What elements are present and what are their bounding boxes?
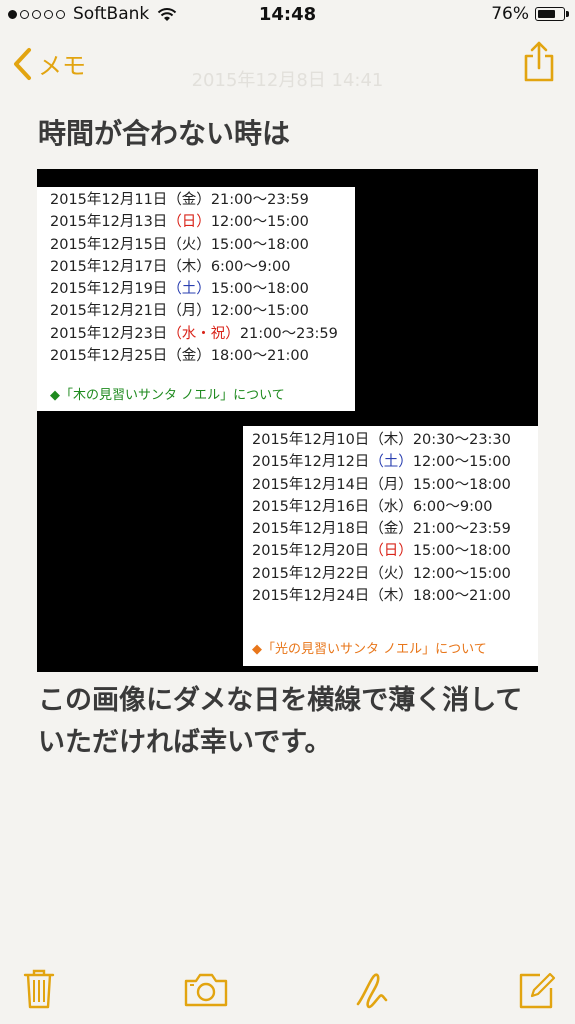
schedule-date: 2015年12月23日 <box>50 325 168 342</box>
schedule-date: 2015年12月22日 <box>252 565 370 582</box>
note-body[interactable]: この画像にダメな日を横線で薄く消していただければ幸いです。 <box>38 680 548 764</box>
schedule-weekday: （水・祝） <box>167 325 240 342</box>
schedule-row: 2015年12月24日（木）18:00〜21:00 <box>252 585 511 607</box>
schedule-row: 2015年12月23日（水・祝）21:00〜23:59 <box>50 323 338 345</box>
schedule-date: 2015年12月17日 <box>50 258 168 275</box>
schedule-time: 15:00〜18:00 <box>412 476 511 493</box>
schedule-date: 2015年12月25日 <box>50 348 168 365</box>
camera-icon <box>184 973 228 1007</box>
schedule-date: 2015年12月24日 <box>252 588 370 605</box>
trash-icon <box>23 969 55 1009</box>
schedule-row: 2015年12月16日（水）6:00〜9:00 <box>252 496 511 518</box>
schedule-panel-2: 2015年12月10日（木）20:30〜23:30 2015年12月12日（土）1… <box>243 426 538 666</box>
schedule-date: 2015年12月21日 <box>50 303 168 320</box>
schedule-date: 2015年12月16日 <box>252 498 370 515</box>
schedule-row: 2015年12月21日（月）12:00〜15:00 <box>50 300 338 322</box>
sketch-icon <box>356 973 388 1009</box>
schedule-time: 12:00〜15:00 <box>412 565 511 582</box>
status-right: 76% <box>491 4 569 24</box>
share-button[interactable] <box>523 40 555 86</box>
schedule-date: 2015年12月19日 <box>50 281 168 298</box>
character-link: ◆「光の見習いサンタ ノエル」について <box>252 642 487 657</box>
schedule-row: 2015年12月10日（木）20:30〜23:30 <box>252 429 511 451</box>
schedule-row: 2015年12月12日（土）12:00〜15:00 <box>252 451 511 473</box>
schedule-time: 18:00〜21:00 <box>412 588 511 605</box>
schedule-date: 2015年12月15日 <box>50 236 168 253</box>
schedule-date: 2015年12月10日 <box>252 432 370 448</box>
schedule-date: 2015年12月13日 <box>50 214 168 231</box>
schedule-weekday: （土） <box>369 454 413 471</box>
schedule-panel-1: 2015年12月11日（金）21:00〜23:59 2015年12月13日（日）1… <box>37 187 355 411</box>
schedule-row: 2015年12月22日（火）12:00〜15:00 <box>252 563 511 585</box>
schedule-time: 21:00〜23:59 <box>412 521 511 538</box>
schedule-row: 2015年12月11日（金）21:00〜23:59 <box>50 189 338 211</box>
schedule-weekday: （木） <box>369 588 413 605</box>
schedule-time: 12:00〜15:00 <box>210 214 309 231</box>
delete-button[interactable] <box>22 968 56 1014</box>
schedule-weekday: （土） <box>167 281 211 298</box>
battery-icon <box>535 7 569 21</box>
camera-button[interactable] <box>183 972 229 1012</box>
nav-bar: メモ 2015年12月8日 14:41 <box>0 38 575 94</box>
schedule-date: 2015年12月20日 <box>252 543 370 560</box>
schedule-time: 20:30〜23:30 <box>412 432 511 448</box>
schedule-row: 2015年12月19日（土）15:00〜18:00 <box>50 278 338 300</box>
schedule-weekday: （月） <box>369 476 413 493</box>
schedule-weekday: （金） <box>167 348 211 365</box>
schedule-row: 2015年12月17日（木）6:00〜9:00 <box>50 256 338 278</box>
schedule-weekday: （日） <box>369 543 413 560</box>
bottom-toolbar <box>0 960 575 1024</box>
schedule-time: 12:00〜15:00 <box>412 454 511 471</box>
character-link: ◆「木の見習いサンタ ノエル」について <box>50 388 285 403</box>
schedule-time: 15:00〜18:00 <box>412 543 511 560</box>
compose-icon <box>519 972 556 1009</box>
schedule-row: 2015年12月14日（月）15:00〜18:00 <box>252 474 511 496</box>
schedule-date: 2015年12月18日 <box>252 521 370 538</box>
schedule-date: 2015年12月12日 <box>252 454 370 471</box>
schedule-time: 21:00〜23:59 <box>210 192 309 208</box>
schedule-weekday: （火） <box>167 236 211 253</box>
schedule-row: 2015年12月15日（火）15:00〜18:00 <box>50 234 338 256</box>
schedule-row: 2015年12月25日（金）18:00〜21:00 <box>50 345 338 367</box>
schedule-weekday: （火） <box>369 565 413 582</box>
schedule-time: 15:00〜18:00 <box>210 236 309 253</box>
schedule-weekday: （木） <box>167 258 211 275</box>
schedule-weekday: （木） <box>369 432 413 448</box>
schedule-weekday: （日） <box>167 214 211 231</box>
note-date: 2015年12月8日 14:41 <box>191 70 384 91</box>
schedule-time: 18:00〜21:00 <box>210 348 309 365</box>
schedule-date: 2015年12月14日 <box>252 476 370 493</box>
share-icon <box>524 41 554 82</box>
sketch-button[interactable] <box>354 970 390 1016</box>
note-title[interactable]: 時間が合わない時は <box>38 112 290 152</box>
schedule-weekday: （月） <box>167 303 211 320</box>
schedule-time: 6:00〜9:00 <box>412 498 493 515</box>
schedule-row: 2015年12月18日（金）21:00〜23:59 <box>252 518 511 540</box>
status-bar: SoftBank 14:48 76% <box>0 0 575 32</box>
schedule-time: 12:00〜15:00 <box>210 303 309 320</box>
schedule-weekday: （金） <box>167 192 211 208</box>
status-time: 14:48 <box>258 4 317 25</box>
compose-button[interactable] <box>518 970 556 1014</box>
schedule-weekday: （金） <box>369 521 413 538</box>
schedule-time: 6:00〜9:00 <box>210 258 291 275</box>
schedule-time: 15:00〜18:00 <box>210 281 309 298</box>
schedule-date: 2015年12月11日 <box>50 192 168 208</box>
battery-percent: 76% <box>491 4 529 24</box>
schedule-row: 2015年12月20日（日）15:00〜18:00 <box>252 540 511 562</box>
schedule-row: 2015年12月13日（日）12:00〜15:00 <box>50 211 338 233</box>
attached-image[interactable]: 2015年12月11日（金）21:00〜23:59 2015年12月13日（日）1… <box>37 169 538 672</box>
schedule-time: 21:00〜23:59 <box>239 325 338 342</box>
schedule-weekday: （水） <box>369 498 413 515</box>
